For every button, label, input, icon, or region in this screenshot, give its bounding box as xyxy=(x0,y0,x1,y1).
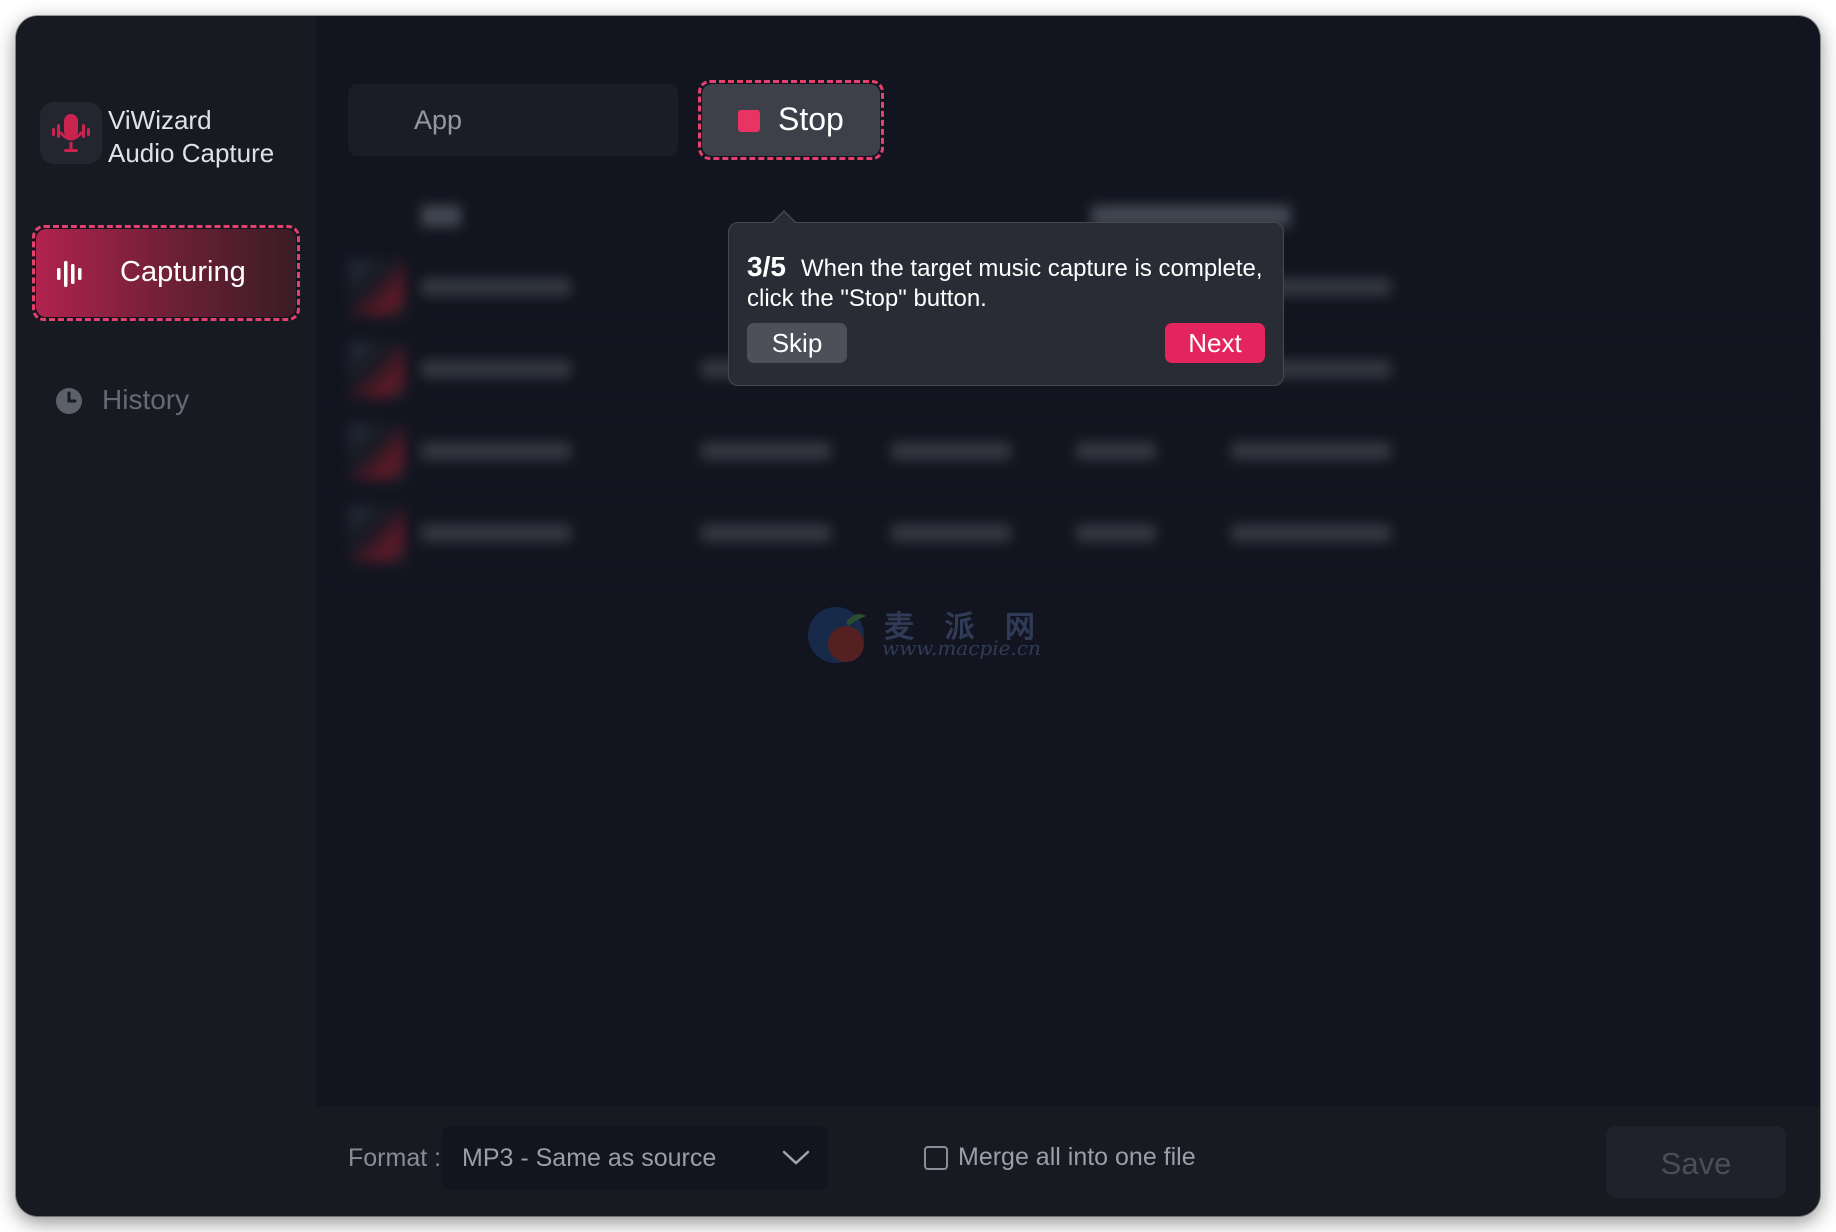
table-row[interactable] xyxy=(331,492,1811,575)
album-art xyxy=(349,506,405,562)
album-art xyxy=(349,260,405,316)
sidebar-item-capturing[interactable]: Capturing xyxy=(32,225,300,321)
clock-icon xyxy=(56,388,82,414)
merge-label: Merge all into one file xyxy=(958,1143,1196,1171)
stop-button-label: Stop xyxy=(778,101,844,137)
tooltip-step: 3/5 xyxy=(747,251,786,282)
tooltip-text-line2: click the "Stop" button. xyxy=(747,285,987,312)
app-name: ViWizard Audio Capture xyxy=(108,104,308,170)
app-name-line1: ViWizard xyxy=(108,105,212,135)
album-art xyxy=(349,424,405,480)
sidebar-item-label: History xyxy=(102,384,190,415)
stop-button[interactable]: Stop xyxy=(698,80,884,160)
table-row[interactable] xyxy=(331,410,1811,493)
save-button-label: Save xyxy=(1660,1146,1732,1181)
format-value: MP3 - Same as source xyxy=(462,1144,717,1172)
chevron-down-icon xyxy=(782,1150,810,1165)
app-window: ViWizard Audio Capture Capturing History… xyxy=(16,16,1820,1216)
skip-button[interactable]: Skip xyxy=(747,323,847,363)
save-button[interactable]: Save xyxy=(1606,1126,1786,1198)
sidebar-item-label: Capturing xyxy=(120,256,246,288)
tooltip-arrow-fill xyxy=(772,212,796,224)
album-art xyxy=(349,342,405,398)
bottom-bar: Format : MP3 - Same as source Merge all … xyxy=(316,1106,1820,1216)
sidebar: ViWizard Audio Capture Capturing History xyxy=(16,16,316,1216)
sidebar-item-history[interactable]: History xyxy=(54,378,294,426)
app-selector[interactable]: App xyxy=(348,84,678,156)
format-dropdown[interactable]: MP3 - Same as source xyxy=(442,1126,828,1190)
onboarding-tooltip: 3/5 When the target music capture is com… xyxy=(728,210,1284,386)
app-name-line2: Audio Capture xyxy=(108,138,275,168)
waveform-icon xyxy=(57,261,82,287)
tooltip-text-line1: When the target music capture is complet… xyxy=(801,255,1263,282)
next-button[interactable]: Next xyxy=(1165,323,1265,363)
watermark: 麦 派 网 www.macpie.cn xyxy=(806,602,1046,672)
stop-icon xyxy=(738,110,760,132)
format-label: Format : xyxy=(348,1144,442,1172)
watermark-url: www.macpie.cn xyxy=(882,636,1041,660)
microphone-icon xyxy=(40,102,102,164)
watermark-logo-icon xyxy=(808,607,866,663)
app-selector-label: App xyxy=(414,105,463,135)
merge-checkbox[interactable] xyxy=(924,1146,948,1170)
